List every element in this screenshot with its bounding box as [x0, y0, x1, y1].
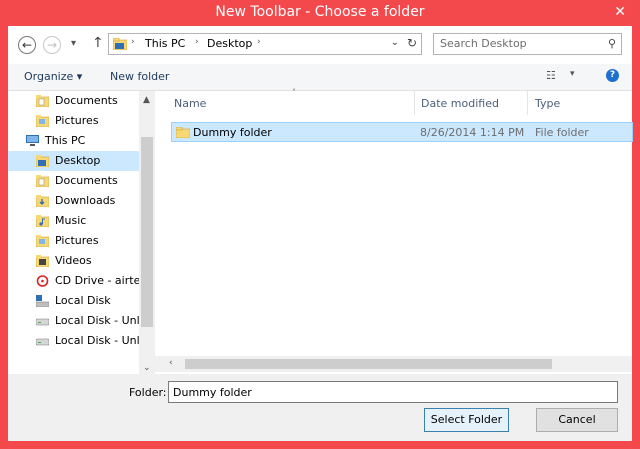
column-header-date-modified[interactable]: Date modified [421, 97, 499, 110]
nav-item-local-disk[interactable]: Local Disk [8, 291, 139, 311]
folder-name-input[interactable] [168, 381, 618, 403]
nav-item-pictures[interactable]: Pictures [8, 231, 139, 251]
nav-scroll-thumb[interactable] [141, 137, 153, 327]
videos-icon [36, 255, 49, 267]
nav-item-downloads[interactable]: Downloads [8, 191, 139, 211]
recent-locations-icon[interactable]: ▾ [71, 38, 76, 49]
title-bar: New Toolbar - Choose a folder ✕ [0, 0, 640, 26]
nav-scrollbar[interactable]: ▲ ⌄ [139, 91, 155, 374]
nav-label: Documents [55, 94, 118, 107]
horizontal-scroll-thumb[interactable] [185, 359, 552, 369]
file-list-pane: ˄ Name Date modified Type Dummy folder 8… [155, 88, 633, 374]
horizontal-scrollbar[interactable]: ‹ [155, 356, 632, 372]
file-type: File folder [535, 126, 589, 139]
computer-icon [26, 135, 39, 146]
column-divider[interactable] [414, 91, 415, 115]
cancel-button[interactable]: Cancel [536, 408, 618, 432]
nav-item-music[interactable]: Music [8, 211, 139, 231]
file-row[interactable]: Dummy folder 8/26/2014 1:14 PM File fold… [171, 122, 633, 142]
nav-item-documents[interactable]: Documents [8, 91, 139, 111]
view-dropdown-icon[interactable]: ▾ [570, 69, 575, 79]
breadcrumb-desktop[interactable]: Desktop [207, 37, 252, 50]
nav-label: Documents [55, 174, 118, 187]
nav-label: Music [55, 214, 87, 227]
close-icon[interactable]: ✕ [614, 4, 626, 20]
nav-label: Pictures [55, 114, 99, 127]
local-disk-icon [36, 295, 49, 307]
scroll-down-icon[interactable]: ⌄ [143, 363, 151, 373]
nav-label: Desktop [55, 154, 101, 167]
documents-icon [36, 175, 49, 187]
nav-label: This PC [45, 134, 86, 147]
folder-label: Folder: [129, 386, 167, 399]
music-icon [36, 215, 49, 227]
navigation-pane: Documents Pictures This PC Desktop Docum… [8, 91, 155, 374]
help-icon[interactable]: ? [606, 69, 619, 82]
column-header-name[interactable]: Name [174, 97, 206, 110]
cd-drive-icon [36, 275, 49, 287]
address-dropdown-icon[interactable]: ⌄ [391, 37, 399, 48]
desktop-icon [36, 155, 49, 167]
nav-item-this-pc[interactable]: This PC [8, 131, 139, 151]
breadcrumb-separator: › [195, 37, 199, 47]
pictures-icon [36, 235, 49, 247]
window-title: New Toolbar - Choose a folder [215, 4, 425, 20]
up-icon[interactable]: ↑ [92, 35, 104, 51]
drive-icon [36, 338, 49, 346]
sort-ascending-icon: ˄ [292, 88, 296, 97]
column-header-type[interactable]: Type [535, 97, 560, 110]
search-box: ⚲ [433, 33, 622, 55]
address-bar[interactable]: › This PC › Desktop › ⌄ ↻ [108, 33, 422, 55]
nav-item-cd-drive[interactable]: CD Drive - airtel [8, 271, 143, 291]
file-name: Dummy folder [193, 126, 272, 139]
breadcrumb-this-pc[interactable]: This PC [145, 37, 185, 50]
back-icon[interactable]: ← [18, 36, 36, 54]
drive-icon [36, 318, 49, 326]
dialog-footer: Folder: Select Folder Cancel [8, 374, 632, 441]
documents-icon [36, 95, 49, 107]
nav-item-videos[interactable]: Videos [8, 251, 139, 271]
nav-label: Local Disk [55, 294, 111, 307]
nav-item-pictures[interactable]: Pictures [8, 111, 139, 131]
refresh-icon[interactable]: ↻ [407, 36, 417, 50]
command-bar: Organize ▾ New folder ☷ ▾ ? [8, 64, 632, 91]
new-folder-button[interactable]: New folder [110, 70, 169, 83]
nav-label: Local Disk - Unla [55, 334, 147, 347]
forward-icon[interactable]: → [43, 36, 61, 54]
nav-label: CD Drive - airtel [55, 274, 144, 287]
search-input[interactable] [440, 37, 600, 50]
view-options-icon[interactable]: ☷ [546, 69, 556, 82]
column-divider[interactable] [527, 91, 528, 115]
nav-item-desktop[interactable]: Desktop [8, 151, 139, 171]
file-date-modified: 8/26/2014 1:14 PM [420, 126, 525, 139]
breadcrumb-separator: › [257, 37, 261, 47]
search-icon[interactable]: ⚲ [608, 37, 616, 50]
nav-label: Downloads [55, 194, 116, 207]
folder-icon [176, 127, 190, 138]
breadcrumb-separator: › [131, 37, 135, 47]
select-folder-button[interactable]: Select Folder [424, 408, 509, 432]
nav-item-documents[interactable]: Documents [8, 171, 139, 191]
dialog-client: ← → ▾ ↑ › This PC › Desktop › ⌄ ↻ ⚲ [8, 26, 633, 441]
nav-label: Pictures [55, 234, 99, 247]
address-row: ← → ▾ ↑ › This PC › Desktop › ⌄ ↻ ⚲ [8, 26, 632, 66]
organize-button[interactable]: Organize ▾ [24, 70, 82, 83]
nav-label: Videos [55, 254, 92, 267]
desktop-folder-icon [113, 38, 127, 50]
scroll-left-icon[interactable]: ‹ [169, 358, 173, 368]
nav-item-local-disk-unla[interactable]: Local Disk - Unla [8, 331, 146, 351]
dialog-window: New Toolbar - Choose a folder ✕ ← → ▾ ↑ … [0, 0, 640, 449]
scroll-up-icon[interactable]: ▲ [143, 95, 150, 105]
pictures-icon [36, 115, 49, 127]
nav-label: Local Disk - Unla [55, 314, 147, 327]
downloads-icon [36, 195, 49, 207]
nav-item-local-disk-unla[interactable]: Local Disk - Unla [8, 311, 146, 331]
